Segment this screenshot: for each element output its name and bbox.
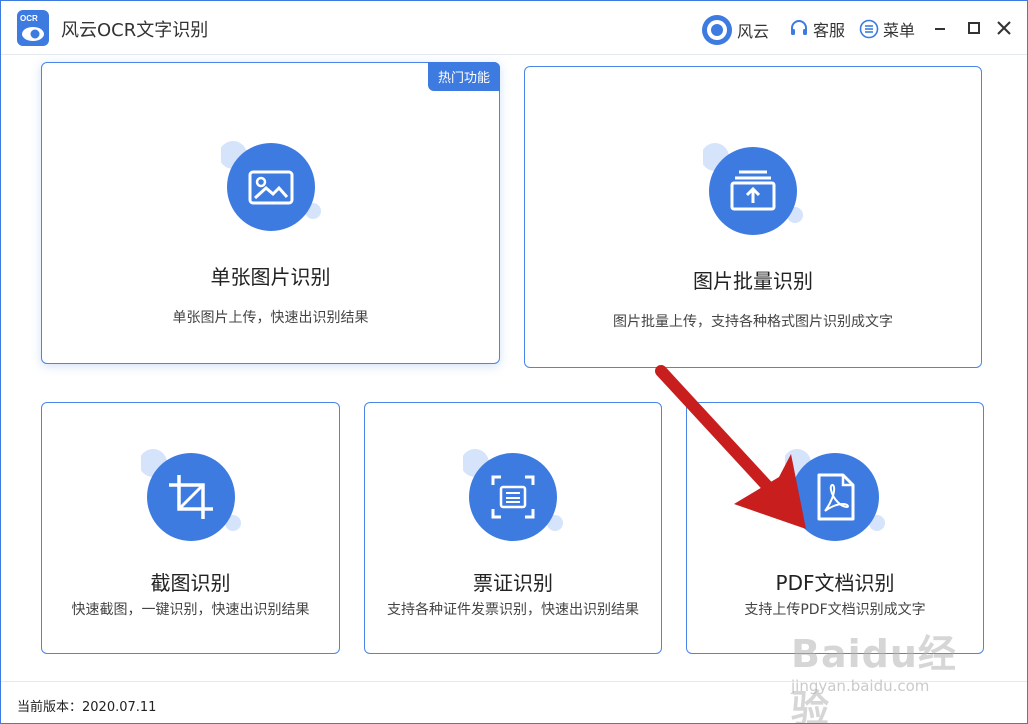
menu-icon (859, 19, 879, 39)
single-image-desc: 单张图片上传，快速出识别结果 (172, 310, 369, 326)
single-image-title: 单张图片识别 (210, 265, 331, 289)
ticket-desc: 支持各种证件发票识别，快速出识别结果 (387, 602, 639, 618)
screenshot-desc: 快速截图，一键识别，快速出识别结果 (71, 602, 310, 618)
screenshot-card[interactable]: 截图识别 快速截图，一键识别，快速出识别结果 (41, 402, 340, 654)
batch-image-title: 图片批量识别 (693, 269, 813, 293)
baidu-watermark: Baidu经验 jingyan.baidu.com (791, 613, 981, 723)
app-logo-icon: OCR (17, 10, 49, 46)
crop-icon (140, 449, 241, 541)
app-window: OCR 风云OCR文字识别 风云 客服 菜单 热门功能 单张图片识别 单张图片上… (0, 0, 1028, 724)
scan-document-icon (463, 449, 563, 541)
menu-label: 菜单 (883, 21, 916, 40)
watermark-brand: Baidu经验 (791, 632, 957, 724)
app-title: 风云OCR文字识别 (61, 20, 209, 41)
batch-upload-icon (703, 143, 803, 235)
single-image-card[interactable]: 热门功能 单张图片识别 单张图片上传，快速出识别结果 (41, 62, 500, 364)
service-label: 客服 (813, 21, 846, 40)
pdf-icon (785, 449, 885, 541)
ticket-title: 票证识别 (473, 571, 553, 595)
ticket-card[interactable]: 票证识别 支持各种证件发票识别，快速出识别结果 (364, 402, 662, 654)
user-label: 风云 (737, 22, 770, 41)
title-bar: OCR 风云OCR文字识别 风云 客服 菜单 (1, 1, 1027, 55)
svg-text:OCR: OCR (20, 14, 38, 23)
user-button[interactable]: 风云 (701, 14, 769, 46)
maximize-icon[interactable] (965, 19, 983, 37)
watermark-url: jingyan.baidu.com (791, 677, 930, 695)
hot-feature-badge: 热门功能 (427, 62, 500, 91)
batch-image-desc: 图片批量上传，支持各种格式图片识别成文字 (613, 314, 893, 330)
menu-button[interactable]: 菜单 (859, 17, 915, 41)
screenshot-title: 截图识别 (150, 571, 231, 595)
user-avatar-icon (702, 15, 732, 45)
minimize-icon[interactable] (931, 19, 949, 37)
version-label: 当前版本：2020.07.11 (17, 700, 157, 715)
service-button[interactable]: 客服 (789, 17, 845, 41)
headset-icon (791, 20, 807, 35)
close-icon[interactable] (995, 19, 1013, 37)
image-icon (220, 141, 321, 231)
batch-image-card[interactable]: 图片批量识别 图片批量上传，支持各种格式图片识别成文字 (524, 66, 982, 368)
pdf-title: PDF文档识别 (775, 571, 895, 595)
